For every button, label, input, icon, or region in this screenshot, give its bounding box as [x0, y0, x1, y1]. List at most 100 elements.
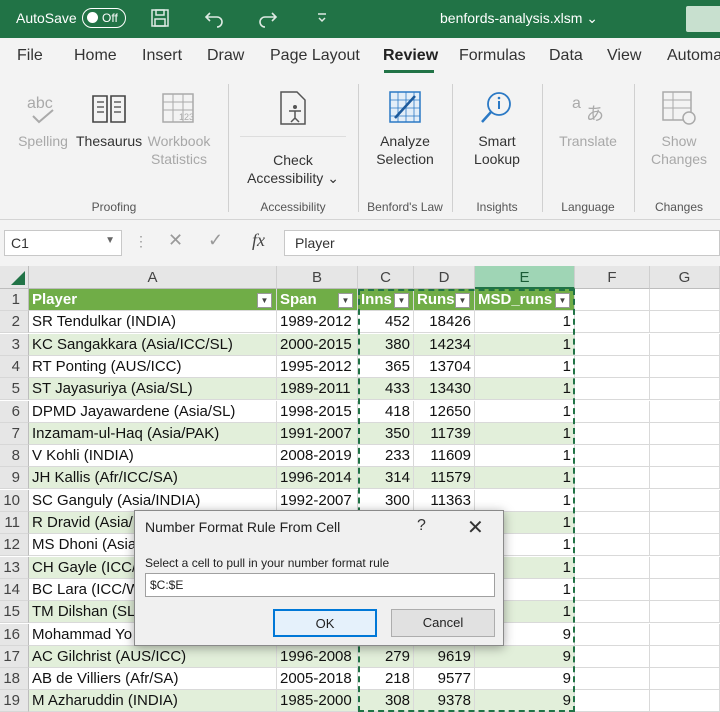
table-cell[interactable]: 308 [358, 690, 414, 712]
table-cell[interactable]: 1 [475, 400, 575, 423]
table-cell[interactable] [575, 690, 650, 712]
table-cell[interactable]: 13704 [414, 355, 475, 378]
filter-dropdown-icon[interactable]: ▼ [394, 293, 409, 308]
column-header-b[interactable]: B [277, 266, 358, 289]
table-cell[interactable]: 11609 [414, 445, 475, 468]
table-cell[interactable] [650, 378, 720, 401]
table-cell[interactable]: 1996-2008 [277, 645, 358, 668]
table-cell[interactable]: 1991-2007 [277, 422, 358, 445]
table-cell[interactable]: 9 [475, 690, 575, 712]
table-cell[interactable]: JH Kallis (Afr/ICC/SA) [29, 467, 277, 490]
table-cell[interactable] [575, 512, 650, 534]
tab-page-layout[interactable]: Page Layout [270, 47, 360, 65]
table-cell[interactable] [650, 578, 720, 601]
table-cell[interactable]: 1996-2014 [277, 467, 358, 490]
table-cell[interactable] [650, 311, 720, 334]
table-cell[interactable]: 1 [475, 355, 575, 378]
help-icon[interactable]: ? [417, 517, 426, 535]
table-cell[interactable]: 452 [358, 311, 414, 334]
table-cell[interactable]: SR Tendulkar (INDIA) [29, 311, 277, 334]
table-cell[interactable] [650, 623, 720, 646]
table-cell[interactable]: 9 [475, 645, 575, 668]
table-cell[interactable]: 9378 [414, 690, 475, 712]
table-cell[interactable] [650, 512, 720, 534]
table-cell[interactable]: 2008-2019 [277, 445, 358, 468]
cancel-formula-icon[interactable]: ✕ [168, 230, 183, 251]
table-cell[interactable] [650, 422, 720, 445]
table-cell[interactable]: SC Ganguly (Asia/INDIA) [29, 489, 277, 512]
table-cell[interactable]: 1989-2012 [277, 311, 358, 334]
table-cell[interactable] [575, 623, 650, 646]
table-cell[interactable]: 1 [475, 489, 575, 512]
table-header-cell[interactable]: MSD_runs ▼ [475, 289, 575, 311]
table-cell[interactable] [650, 556, 720, 579]
table-cell[interactable]: M Azharuddin (INDIA) [29, 690, 277, 712]
table-cell[interactable] [575, 668, 650, 691]
table-cell[interactable]: 365 [358, 355, 414, 378]
table-cell[interactable]: 9577 [414, 668, 475, 691]
table-cell[interactable] [650, 333, 720, 356]
tab-review[interactable]: Review [383, 47, 438, 65]
table-cell[interactable]: DPMD Jayawardene (Asia/SL) [29, 400, 277, 423]
table-cell[interactable]: 1989-2011 [277, 378, 358, 401]
cancel-button[interactable]: Cancel [391, 609, 495, 637]
row-header[interactable]: 4 [0, 355, 29, 378]
table-cell[interactable] [650, 400, 720, 423]
column-header-e[interactable]: E [475, 266, 575, 289]
table-cell[interactable] [650, 489, 720, 512]
table-cell[interactable] [650, 534, 720, 557]
table-cell[interactable]: 1998-2015 [277, 400, 358, 423]
select-all-button[interactable] [0, 266, 29, 289]
table-cell[interactable] [575, 578, 650, 601]
cell-reference-input[interactable]: $C:$E [145, 573, 495, 597]
table-cell[interactable] [650, 467, 720, 490]
row-header[interactable]: 5 [0, 378, 29, 401]
table-cell[interactable] [575, 311, 650, 334]
table-header-cell[interactable] [575, 289, 650, 311]
table-cell[interactable]: 9 [475, 668, 575, 691]
file-name[interactable]: benfords-analysis.xlsm ⌄ [440, 10, 598, 27]
formula-input[interactable]: Player [284, 230, 720, 256]
table-cell[interactable] [575, 378, 650, 401]
tab-data[interactable]: Data [549, 47, 583, 65]
table-cell[interactable]: 11579 [414, 467, 475, 490]
row-header[interactable]: 16 [0, 623, 29, 646]
chevron-down-icon[interactable]: ▼ [105, 235, 115, 246]
table-cell[interactable]: 1 [475, 422, 575, 445]
row-header[interactable]: 9 [0, 467, 29, 490]
undo-icon[interactable] [202, 6, 226, 30]
table-cell[interactable]: 11363 [414, 489, 475, 512]
ok-button[interactable]: OK [273, 609, 377, 637]
insert-function-icon[interactable]: fx [252, 230, 265, 251]
close-icon[interactable]: ✕ [467, 515, 484, 540]
table-cell[interactable] [650, 601, 720, 624]
table-cell[interactable]: 11739 [414, 422, 475, 445]
show-changes-button[interactable]: Show Changes [644, 88, 714, 168]
table-cell[interactable]: AC Gilchrist (AUS/ICC) [29, 645, 277, 668]
translate-button[interactable]: aあ Translate [552, 88, 624, 150]
column-header-d[interactable]: D [414, 266, 475, 289]
row-header[interactable]: 15 [0, 601, 29, 624]
check-accessibility-button[interactable]: Check Accessibility ⌄ [240, 88, 346, 187]
table-cell[interactable]: 314 [358, 467, 414, 490]
tab-file[interactable]: File [17, 47, 43, 65]
filter-dropdown-icon[interactable]: ▼ [555, 293, 570, 308]
table-cell[interactable] [650, 690, 720, 712]
table-header-cell[interactable]: Runs ▼ [414, 289, 475, 311]
table-cell[interactable] [575, 422, 650, 445]
row-header[interactable]: 18 [0, 668, 29, 691]
row-header[interactable]: 17 [0, 645, 29, 668]
filter-dropdown-icon[interactable]: ▼ [257, 293, 272, 308]
spelling-button[interactable]: abc Spelling [10, 88, 76, 150]
row-header[interactable]: 13 [0, 556, 29, 579]
column-header-a[interactable]: A [29, 266, 277, 289]
table-header-cell[interactable]: Inns ▼ [358, 289, 414, 311]
table-cell[interactable]: 1 [475, 467, 575, 490]
tab-automate[interactable]: Automa [667, 47, 720, 65]
table-cell[interactable] [575, 445, 650, 468]
table-cell[interactable] [575, 467, 650, 490]
search-box[interactable] [686, 6, 720, 32]
row-header[interactable]: 3 [0, 333, 29, 356]
table-cell[interactable] [575, 556, 650, 579]
table-cell[interactable] [575, 534, 650, 557]
